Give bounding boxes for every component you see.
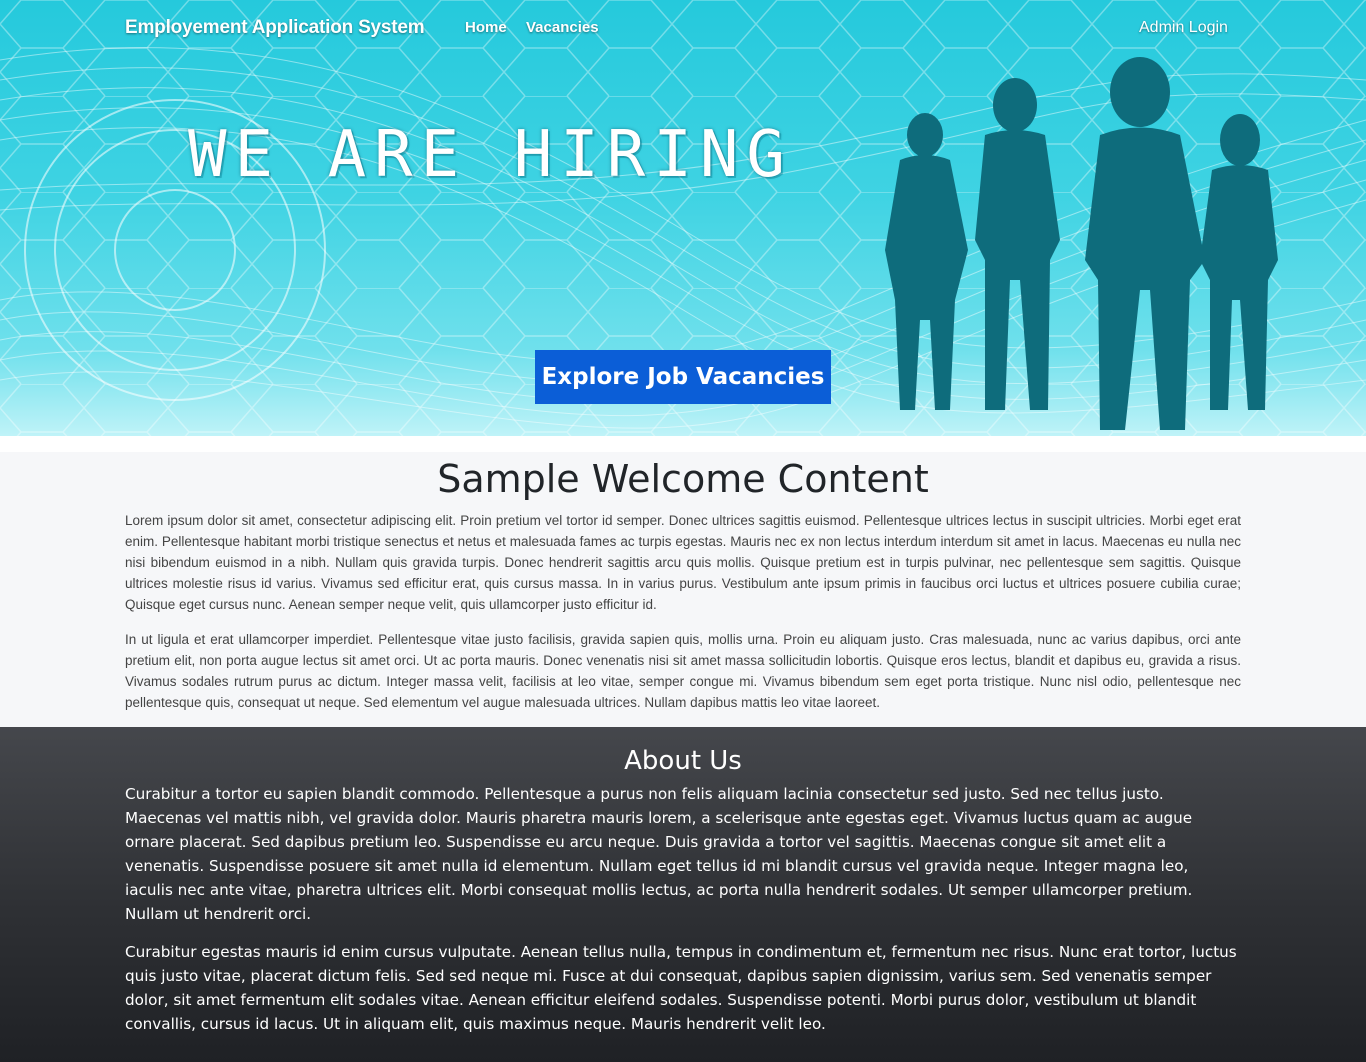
explore-job-vacancies-button[interactable]: Explore Job Vacancies [535,350,831,404]
hero-banner: Employement Application System Home Vaca… [0,0,1366,436]
admin-login-link[interactable]: Admin Login [1139,19,1228,37]
nav-home-link[interactable]: Home [465,19,507,36]
welcome-paragraph: Lorem ipsum dolor sit amet, consectetur … [125,513,1241,612]
about-paragraph: Curabitur a tortor eu sapien blandit com… [125,785,1193,923]
welcome-paragraph: In ut ligula et erat ullamcorper imperdi… [125,632,1241,710]
top-navbar: Employement Application System Home Vaca… [0,0,1366,58]
nav-vacancies-link[interactable]: Vacancies [526,19,599,36]
section-divider [0,436,1366,452]
brand-title[interactable]: Employement Application System [125,17,425,39]
about-title: About Us [624,746,742,776]
about-section: About Us Curabitur a tortor eu sapien bl… [0,727,1366,1062]
about-paragraph: Curabitur egestas mauris id enim cursus … [125,943,1237,1033]
hero-headline: WE ARE HIRING [188,118,793,192]
welcome-title: Sample Welcome Content [437,457,929,501]
welcome-section: Sample Welcome Content Lorem ipsum dolor… [0,452,1366,727]
